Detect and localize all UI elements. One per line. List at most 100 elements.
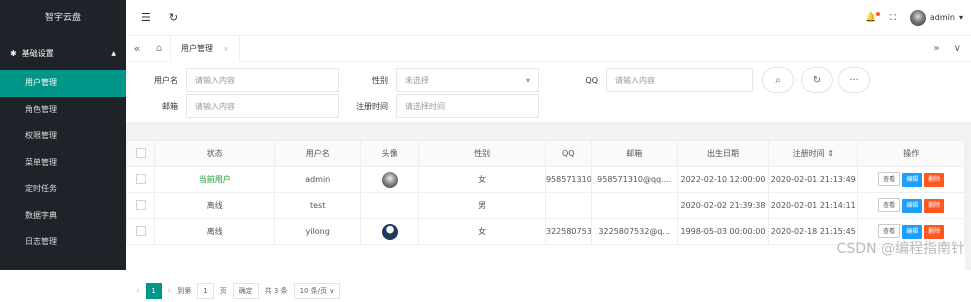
- birth-cell: 2020-02-02 21:39:38: [676, 192, 770, 219]
- delete-button[interactable]: 删除: [924, 199, 945, 213]
- table-row: 离线 test 男 2020-02-02 21:39:38 2020-02-01…: [125, 192, 965, 219]
- goto-label: 到第: [177, 287, 192, 295]
- row-checkbox[interactable]: [135, 225, 146, 236]
- sidebar-item-users[interactable]: 用户管理: [0, 70, 126, 97]
- sidebar-group-label: 基础设置: [21, 48, 54, 58]
- row-checkbox[interactable]: [135, 173, 146, 184]
- qq-cell: 958571310: [544, 166, 592, 193]
- goto-confirm-button[interactable]: 确定: [232, 283, 259, 299]
- col-qq: QQ: [544, 140, 592, 167]
- tabs-next-icon[interactable]: »: [934, 43, 940, 54]
- prev-page-icon[interactable]: ‹: [136, 286, 140, 296]
- close-icon[interactable]: ×: [223, 36, 229, 62]
- username-cell: test: [274, 192, 362, 219]
- qq-field: QQ 请输入内容: [546, 68, 753, 92]
- next-page-icon[interactable]: ›: [168, 286, 172, 296]
- user-name: admin: [929, 13, 955, 22]
- row-checkbox-cell[interactable]: [125, 192, 156, 219]
- row-checkbox-cell[interactable]: [125, 166, 156, 193]
- gear-icon: ✱: [10, 48, 17, 58]
- gender-select[interactable]: 未选择 ▾: [396, 68, 539, 92]
- email-cell: 958571310@qq....: [590, 166, 678, 193]
- page-number-input[interactable]: 1: [197, 283, 214, 299]
- sidebar-item-dictionary[interactable]: 数据字典: [0, 203, 126, 230]
- delete-button[interactable]: 删除: [924, 225, 945, 239]
- reset-button[interactable]: ↻: [801, 67, 833, 93]
- ops-cell: 查看 编辑 删除: [857, 166, 965, 193]
- reset-icon: ↻: [812, 74, 822, 86]
- edit-button[interactable]: 编辑: [902, 199, 923, 213]
- search-button[interactable]: ⌕: [762, 67, 794, 93]
- select-all-cell[interactable]: [125, 140, 156, 167]
- col-username: 用户名: [274, 140, 362, 167]
- col-birth: 出生日期: [676, 140, 770, 167]
- total-count: 共 3 条: [264, 287, 288, 295]
- regtime-field: 注册时间 请选择时间: [336, 94, 539, 118]
- notification-bell-icon[interactable]: 🔔: [865, 11, 881, 23]
- avatar: [381, 171, 398, 188]
- tabs-more-icon[interactable]: ∨: [954, 43, 961, 54]
- username-label: 用户名: [154, 75, 178, 85]
- regtime-cell: 2020-02-01 21:14:11: [768, 192, 859, 219]
- home-icon[interactable]: ⌂: [148, 43, 170, 54]
- gender-cell: 男: [418, 192, 546, 219]
- brand-logo: 智宇云盘: [44, 13, 81, 23]
- user-menu[interactable]: admin ▾: [909, 9, 963, 26]
- sidebar-group-basic-settings[interactable]: ✱ 基础设置 ▲: [0, 36, 126, 70]
- qq-label: QQ: [585, 75, 598, 85]
- email-cell: 3225807532@q...: [590, 218, 678, 245]
- avatar: [909, 9, 926, 26]
- gender-select-value: 未选择: [405, 75, 429, 85]
- refresh-icon[interactable]: ↻: [169, 11, 178, 24]
- watermark: CSDN @编程指南针: [836, 241, 965, 257]
- select-all-checkbox[interactable]: [135, 147, 146, 158]
- row-checkbox[interactable]: [135, 199, 146, 210]
- regtime-label: 注册时间: [356, 101, 388, 111]
- regtime-input[interactable]: 请选择时间: [396, 94, 539, 118]
- table-row: 当前用户 admin 女 958571310 958571310@qq.... …: [125, 166, 965, 193]
- delete-button[interactable]: 删除: [924, 173, 945, 187]
- more-icon: ···: [849, 74, 859, 86]
- col-regtime[interactable]: 注册时间 ⇕: [768, 140, 859, 167]
- edit-button[interactable]: 编辑: [902, 173, 923, 187]
- sidebar-item-scheduled-tasks[interactable]: 定时任务: [0, 176, 126, 203]
- qq-cell: [544, 192, 592, 219]
- bell-glyph: 🔔: [865, 12, 877, 23]
- status-badge: 当前用户: [154, 166, 276, 193]
- fullscreen-icon[interactable]: ⛶: [890, 13, 896, 23]
- sidebar-item-permissions[interactable]: 权限管理: [0, 123, 126, 150]
- tab-user-management[interactable]: 用户管理 ×: [170, 35, 240, 62]
- edit-button[interactable]: 编辑: [902, 225, 923, 239]
- col-gender: 性别: [418, 140, 546, 167]
- username-cell: admin: [274, 166, 362, 193]
- email-input[interactable]: 请输入内容: [186, 94, 339, 118]
- sort-icon[interactable]: ⇕: [827, 149, 834, 158]
- current-page[interactable]: 1: [145, 283, 162, 299]
- status-badge: 离线: [154, 218, 276, 245]
- caret-up-icon: ▲: [111, 49, 116, 57]
- page-size-select[interactable]: 10 条/页 ∨: [293, 283, 341, 299]
- col-status: 状态: [154, 140, 276, 167]
- row-checkbox-cell[interactable]: [125, 218, 156, 245]
- avatar-cell: [360, 218, 420, 245]
- username-cell: yilong: [274, 218, 362, 245]
- notification-dot: [876, 11, 881, 16]
- menu-toggle-icon[interactable]: ☰: [141, 11, 151, 24]
- search-icon: ⌕: [775, 74, 781, 86]
- view-button[interactable]: 查看: [878, 198, 901, 212]
- sidebar-item-logs[interactable]: 日志管理: [0, 229, 126, 256]
- sidebar-item-roles[interactable]: 角色管理: [0, 97, 126, 124]
- sidebar: 智宇云盘 ✱ 基础设置 ▲ 用户管理 角色管理 权限管理 菜单管理 定时任务 数…: [0, 0, 126, 270]
- top-header: ☰ ↻ 🔔 ⛶ admin ▾: [126, 0, 971, 36]
- qq-input[interactable]: 请输入内容: [606, 68, 753, 92]
- ops-cell: 查看 编辑 删除: [857, 192, 965, 219]
- search-form: 用户名 请输入内容 性别 未选择 ▾ QQ 请输入内容 ⌕ ↻ ··· 邮箱 请…: [126, 62, 971, 122]
- tabs-prev-icon[interactable]: «: [126, 42, 148, 55]
- username-input[interactable]: 请输入内容: [186, 68, 339, 92]
- col-email: 邮箱: [590, 140, 678, 167]
- sidebar-item-menus[interactable]: 菜单管理: [0, 150, 126, 177]
- view-button[interactable]: 查看: [878, 172, 901, 186]
- more-button[interactable]: ···: [838, 67, 870, 93]
- view-button[interactable]: 查看: [878, 224, 901, 238]
- avatar: [381, 223, 398, 240]
